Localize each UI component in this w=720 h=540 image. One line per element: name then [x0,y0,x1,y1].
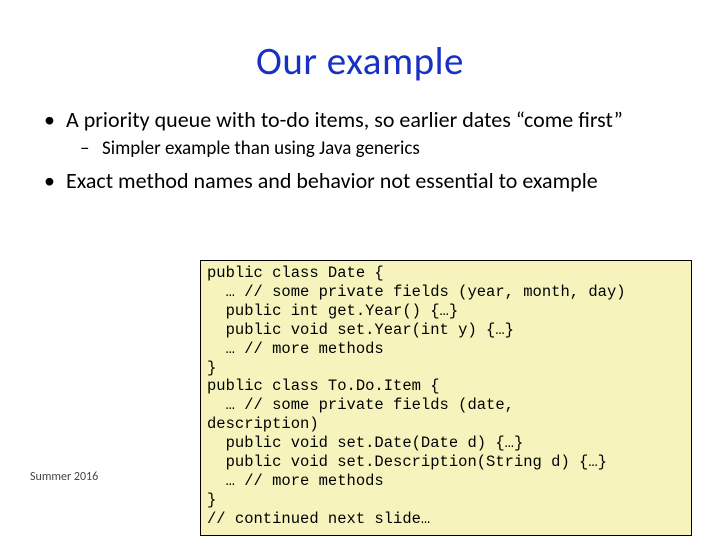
bullet-item: A priority queue with to-do items, so ea… [64,107,692,160]
sub-bullet-list: Simpler example than using Java generics [66,137,692,160]
slide: Our example A priority queue with to-do … [0,0,720,540]
footer-text: Summer 2016 [30,470,98,484]
slide-title: Our example [28,38,692,85]
bullet-text: A priority queue with to-do items, so ea… [66,106,623,133]
bullet-item: Exact method names and behavior not esse… [64,168,692,194]
sub-bullet-item: Simpler example than using Java generics [102,137,692,160]
bullet-list: A priority queue with to-do items, so ea… [28,107,692,194]
code-block: public class Date { … // some private fi… [200,260,692,536]
